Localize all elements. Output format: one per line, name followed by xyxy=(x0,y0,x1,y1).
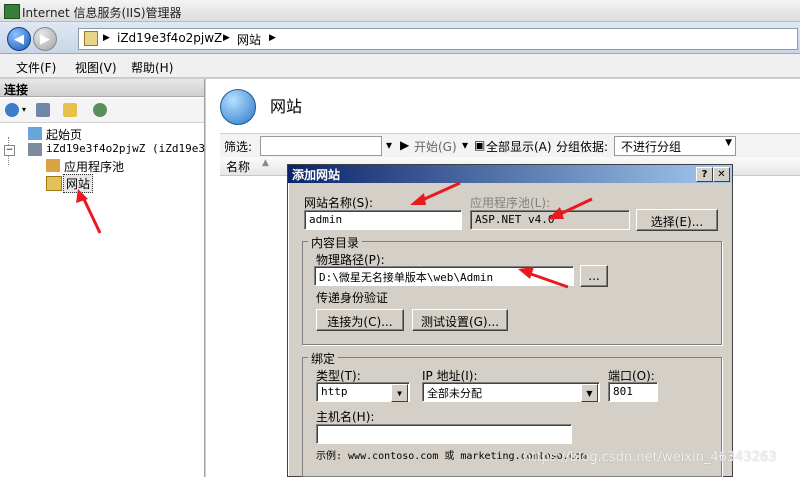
collapse-toggle-icon[interactable]: − xyxy=(4,145,15,156)
breadcrumb-sites[interactable]: 网站 xyxy=(237,31,261,48)
connections-toolbar: ▾ xyxy=(0,98,204,123)
back-button[interactable]: ◀ xyxy=(7,27,31,51)
start-filter-button[interactable]: 开始(G) xyxy=(414,138,457,155)
browse-path-button[interactable]: ... xyxy=(580,265,608,287)
protocol-type-select[interactable]: http ▼ xyxy=(316,382,410,402)
close-button[interactable]: ✕ xyxy=(713,167,730,182)
iis-app-icon xyxy=(4,4,20,19)
groupby-value: 不进行分组 xyxy=(621,140,682,154)
filter-input[interactable] xyxy=(260,136,382,156)
filter-label: 筛选: xyxy=(224,140,253,154)
groupby-label: 分组依据: xyxy=(556,140,609,154)
up-level-icon[interactable] xyxy=(63,103,77,117)
dialog-title: 添加网站 xyxy=(292,168,341,182)
breadcrumb-server[interactable]: iZd19e3f4o2pjwZ xyxy=(117,31,222,45)
sites-folder-icon xyxy=(46,176,62,191)
tree-item-start-page[interactable]: 起始页 xyxy=(46,126,82,143)
site-name-input[interactable]: admin xyxy=(304,210,462,230)
annotation-arrow xyxy=(548,197,593,219)
hostname-label: 主机名(H): xyxy=(316,410,375,424)
disconnect-icon[interactable] xyxy=(93,103,107,117)
server-icon xyxy=(28,143,42,156)
watermark-text: https://blog.csdn.net/weixin_46343263 xyxy=(523,450,777,465)
back-arrow-icon: ◀ xyxy=(14,31,24,47)
ip-address-value: 全部未分配 xyxy=(427,387,482,400)
sort-asc-icon: ▲ xyxy=(262,158,269,168)
annotation-arrow xyxy=(76,189,102,234)
navigation-bar: ◀ ▶ ▶ iZd19e3f4o2pjwZ ▶ 网站 ▶ xyxy=(0,22,800,54)
page-title: 网站 xyxy=(270,97,303,116)
show-all-button[interactable]: 全部显示(A) xyxy=(486,138,552,155)
breadcrumb-separator-icon: ▶ xyxy=(103,33,110,43)
window-titlebar: Internet 信息服务(IIS)管理器 xyxy=(0,0,800,22)
chevron-down-icon: ▼ xyxy=(391,384,408,402)
annotation-arrow xyxy=(410,181,461,205)
select-app-pool-button[interactable]: 选择(E)... xyxy=(636,209,718,231)
menu-help[interactable]: 帮助(H) xyxy=(131,59,173,76)
help-button[interactable]: ? xyxy=(696,167,713,182)
app-pool-icon xyxy=(46,159,60,172)
tree-item-server[interactable]: iZd19e3f4o2pjwZ (iZd19e3f4 xyxy=(46,142,218,155)
ip-address-select[interactable]: 全部未分配 ▼ xyxy=(422,382,600,402)
groupby-select[interactable]: 不进行分组 ▼ xyxy=(614,136,736,156)
connect-as-button[interactable]: 连接为(C)... xyxy=(316,309,404,331)
app-pool-label: 应用程序池(L): xyxy=(470,196,551,210)
chevron-down-icon: ▼ xyxy=(581,384,598,402)
filter-toolbar: 筛选: ▾ ▶ 开始(G) ▾ ▣ 全部显示(A) 分组依据: 不进行分组 ▼ xyxy=(220,133,800,159)
binding-label: 绑定 xyxy=(308,350,339,367)
port-input[interactable]: 801 xyxy=(608,382,658,402)
address-bar[interactable]: ▶ iZd19e3f4o2pjwZ ▶ 网站 ▶ xyxy=(78,28,798,50)
passthrough-auth-label: 传递身份验证 xyxy=(316,291,389,305)
breadcrumb-separator-icon: ▶ xyxy=(269,33,276,43)
menu-view[interactable]: 视图(V) xyxy=(75,59,117,76)
dropdown-arrow-icon[interactable]: ▾ xyxy=(22,105,30,119)
site-name-label: 网站名称(S): xyxy=(304,196,374,210)
save-icon[interactable] xyxy=(36,103,50,117)
menu-bar: 文件(F) 视图(V) 帮助(H) xyxy=(0,54,800,78)
chevron-down-icon: ▼ xyxy=(725,138,732,148)
show-all-icon: ▣ xyxy=(474,138,486,152)
test-settings-button[interactable]: 测试设置(G)... xyxy=(412,309,508,331)
hostname-input[interactable] xyxy=(316,424,572,444)
content-directory-label: 内容目录 xyxy=(308,234,363,251)
annotation-arrow xyxy=(518,267,569,289)
dropdown-arrow-icon[interactable]: ▾ xyxy=(462,138,468,152)
menu-file[interactable]: 文件(F) xyxy=(16,59,56,76)
start-page-icon xyxy=(28,127,42,140)
connections-header: 连接 xyxy=(0,79,204,97)
tree-item-app-pools[interactable]: 应用程序池 xyxy=(64,158,124,175)
protocol-type-value: http xyxy=(321,385,348,398)
connections-pane: 连接 ▾ 起始页 − iZd19e3f4o2pjwZ (iZd19e3f4 应用… xyxy=(0,79,218,477)
filter-dropdown-icon[interactable]: ▾ xyxy=(386,138,392,152)
forward-button[interactable]: ▶ xyxy=(33,27,57,51)
dialog-titlebar: 添加网站 ? ✕ xyxy=(288,165,732,183)
connect-globe-icon[interactable] xyxy=(5,103,19,117)
globe-icon xyxy=(220,89,256,125)
window-title: Internet 信息服务(IIS)管理器 xyxy=(22,6,182,20)
column-name[interactable]: 名称 xyxy=(226,158,250,175)
forward-arrow-icon: ▶ xyxy=(40,31,50,47)
start-filter-icon: ▶ xyxy=(400,138,410,152)
breadcrumb-separator-icon: ▶ xyxy=(223,33,230,43)
add-website-dialog: 添加网站 ? ✕ 网站名称(S): admin 应用程序池(L): ASP.NE… xyxy=(287,164,733,477)
address-site-icon xyxy=(84,31,98,46)
